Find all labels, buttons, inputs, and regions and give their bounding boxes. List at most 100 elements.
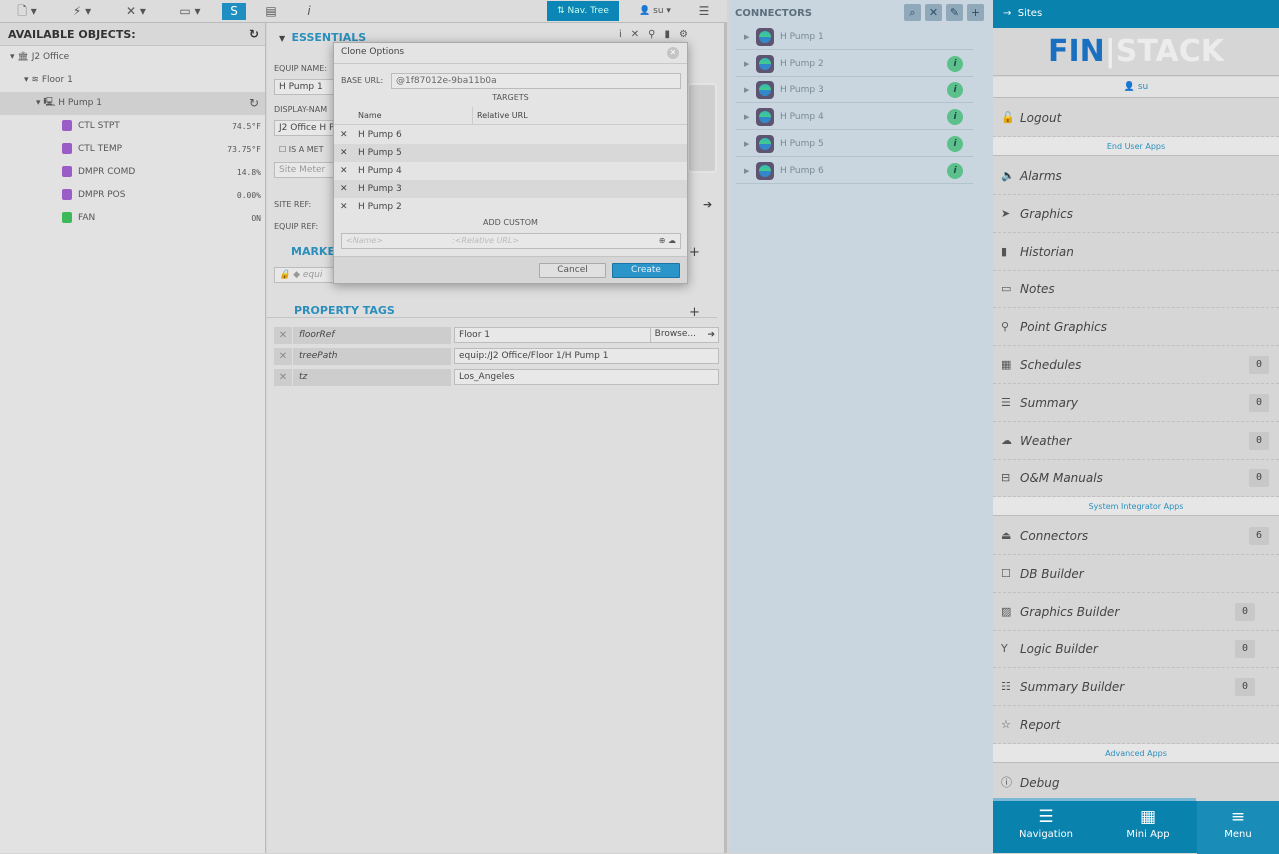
connector-row[interactable]: ▶ H Pump 6 i [736, 158, 973, 184]
section-actions[interactable]: i✕⚲▮⚙ [619, 29, 697, 40]
go-icon[interactable]: ➔ [703, 198, 712, 211]
remove-icon[interactable]: ✕ [340, 198, 348, 216]
create-button[interactable]: Create [612, 263, 680, 278]
tools-icon[interactable]: ✕ ▾ [118, 3, 154, 20]
info-icon[interactable]: i [947, 135, 963, 152]
remove-icon[interactable]: ✕ [274, 327, 292, 344]
connector-row[interactable]: ▶ H Pump 4 i [736, 104, 973, 131]
property-value-field[interactable]: Floor 1 Browse... ➔ [454, 327, 719, 343]
menu-item[interactable]: ☁ Weather 0 [993, 422, 1279, 460]
connector-row[interactable]: ▶ H Pump 2 i [736, 51, 973, 77]
marker-tag[interactable]: 🔒 ◆ equi [274, 267, 334, 283]
menu-item[interactable]: ☷ Summary Builder 0 [993, 668, 1279, 707]
property-value-field[interactable]: Los_Angeles [454, 369, 719, 385]
menu-item[interactable]: ➤ Graphics [993, 195, 1279, 233]
menu-item[interactable]: ▨ Graphics Builder 0 [993, 593, 1279, 631]
add-upload-icons[interactable]: ⊕ ☁ [659, 234, 676, 248]
add-property-icon[interactable]: + [689, 305, 700, 320]
is-meter-checkbox[interactable]: ☐ IS A MET [279, 145, 324, 154]
layers-icon: ≋ [31, 75, 39, 85]
notes-icon[interactable]: ▤ [262, 3, 280, 20]
expand-icon[interactable]: ▶ [744, 51, 749, 77]
remove-icon[interactable]: ✕ [340, 126, 348, 144]
point-item[interactable]: CTL STPT 74.5°F [0, 115, 265, 138]
connector-row[interactable]: ▶ H Pump 5 i [736, 131, 973, 157]
nav-tree-button[interactable]: ⇅ Nav. Tree [547, 1, 619, 21]
is-meter-label: IS A MET [288, 145, 324, 154]
info-icon[interactable]: i [947, 162, 963, 179]
close-icon[interactable]: ✕ [667, 47, 679, 59]
point-item[interactable]: CTL TEMP 73.75°F [0, 138, 265, 161]
expand-icon[interactable]: ▶ [744, 104, 749, 130]
marker-label: equi [302, 270, 323, 280]
refresh-icon[interactable]: ↻ [249, 27, 259, 41]
custom-target-input[interactable]: <Name>:<Relative URL> ⊕ ☁ [341, 233, 681, 249]
app-icon: ☐ [1001, 566, 1011, 580]
menu-item[interactable]: ☆ Report [993, 706, 1279, 744]
go-icon[interactable]: ➔ [707, 328, 715, 342]
edit-icon[interactable]: ✎ [946, 4, 963, 21]
lightning-icon[interactable]: ⚡ ▾ [64, 3, 100, 20]
window-icon[interactable]: ▭ ▾ [172, 3, 208, 20]
info-circle-icon: ⓘ [1001, 776, 1012, 789]
refresh-icon[interactable]: ↻ [249, 92, 259, 115]
nav-menu[interactable]: ≡ Menu [1197, 801, 1279, 854]
point-item[interactable]: DMPR COMD 14.8% [0, 161, 265, 184]
menu-item[interactable]: ▮ Historian [993, 233, 1279, 271]
remove-icon[interactable]: ✕ [274, 348, 292, 365]
nav-mini-app[interactable]: ▦ Mini App [1103, 801, 1193, 854]
menu-item[interactable]: Y Logic Builder 0 [993, 630, 1279, 669]
user-menu[interactable]: 👤 su ▾ [630, 3, 680, 20]
remove-icon[interactable]: ✕ [340, 180, 348, 198]
menu-item[interactable]: 🔈 Alarms [993, 157, 1279, 195]
new-document-icon[interactable]: 🗋 ▾ [12, 3, 42, 20]
point-item[interactable]: DMPR POS 0.00% [0, 184, 265, 207]
info-icon[interactable]: i [947, 55, 963, 72]
image-box [687, 83, 717, 173]
nav-navigation[interactable]: ☰ Navigation [1001, 801, 1091, 854]
point-value: 0.00% [236, 191, 261, 200]
expand-icon[interactable]: ▶ [744, 77, 749, 103]
sites-link[interactable]: → Sites [993, 0, 1279, 28]
point-item[interactable]: FAN ON [0, 207, 265, 230]
base-url-field[interactable]: @1f87012e-9ba11b0a [391, 73, 681, 89]
menu-item[interactable]: ⚲ Point Graphics [993, 308, 1279, 347]
remove-icon[interactable]: ✕ [274, 369, 292, 386]
add-marker-icon[interactable]: + [689, 245, 700, 260]
current-user[interactable]: 👤 su [993, 77, 1279, 98]
tools-icon[interactable]: ✕ [925, 4, 942, 21]
browse-button[interactable]: Browse... [649, 327, 700, 343]
tree-node-equip[interactable]: ▾ 🖳 H Pump 1 ↻ [0, 92, 265, 115]
menu-item-debug[interactable]: ⓘ Debug [993, 764, 1279, 802]
targets-label: TARGETS [492, 93, 529, 102]
remove-icon[interactable]: ✕ [340, 162, 348, 180]
remove-icon[interactable]: ✕ [340, 144, 348, 162]
menu-item[interactable]: ▦ Schedules 0 [993, 346, 1279, 384]
target-row: ✕ H Pump 2 [334, 198, 687, 216]
expand-icon[interactable]: ▶ [744, 158, 749, 184]
info-icon[interactable]: i [947, 82, 963, 99]
info-icon[interactable]: i [302, 3, 316, 20]
cancel-button[interactable]: Cancel [539, 263, 606, 278]
connector-row[interactable]: ▶ H Pump 3 i [736, 77, 973, 104]
connector-row[interactable]: ▶ H Pump 1 [736, 24, 973, 50]
search-icon[interactable]: ⌕ [904, 4, 921, 21]
menu-item[interactable]: ⊟ O&M Manuals 0 [993, 459, 1279, 498]
point-icon [62, 120, 72, 131]
add-icon[interactable]: + [967, 4, 984, 21]
menu-label: Summary Builder [1020, 680, 1125, 695]
expand-icon[interactable]: ▶ [744, 24, 749, 50]
menu-item[interactable]: ⏏ Connectors 6 [993, 517, 1279, 555]
info-icon[interactable]: i [947, 109, 963, 126]
expand-icon[interactable]: ▶ [744, 131, 749, 157]
menu-item[interactable]: ☐ DB Builder [993, 555, 1279, 593]
tree-node-site[interactable]: ▾ 🏛 J2 Office [0, 46, 265, 69]
menu-item[interactable]: ☰ Summary 0 [993, 384, 1279, 422]
tree-node-floor[interactable]: ▾ ≋ Floor 1 [0, 69, 265, 92]
menu-icon[interactable]: ☰ [695, 3, 713, 20]
sync-icon[interactable]: S [222, 3, 246, 20]
menu-item-logout[interactable]: 🔓 Logout [993, 99, 1279, 137]
col-name: Name [358, 111, 382, 120]
menu-item[interactable]: ▭ Notes [993, 270, 1279, 309]
property-value-field[interactable]: equip:/J2 Office/Floor 1/H Pump 1 [454, 348, 719, 364]
